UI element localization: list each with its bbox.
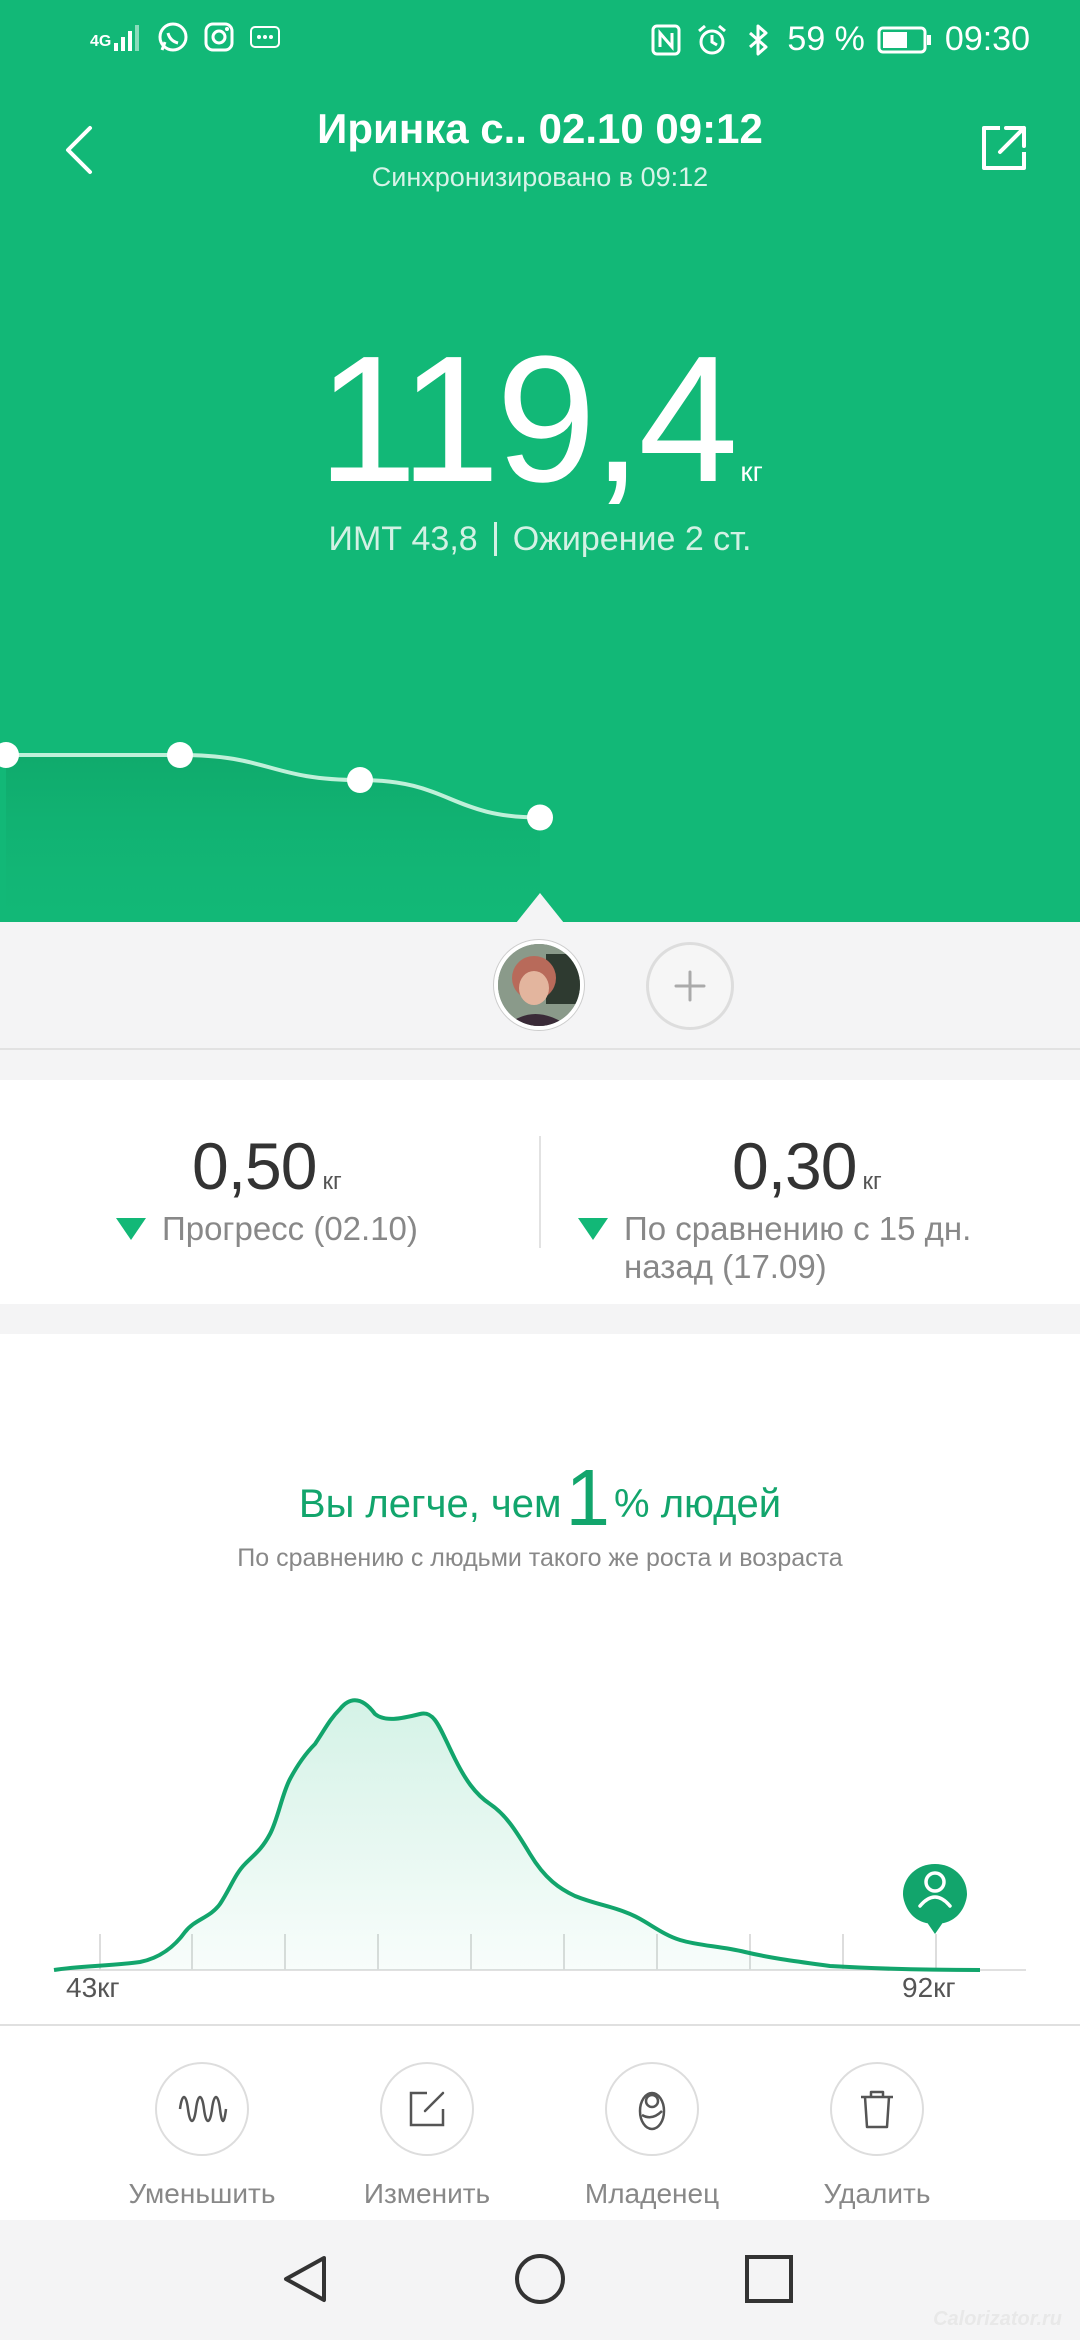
reduce-button[interactable] [155,2062,249,2156]
watermark: Calorizator.ru [933,2308,1062,2330]
progress-label: По сравнению с 15 дн. назад (17.09) [624,1210,972,1285]
nav-home-button[interactable] [505,2244,575,2314]
trend-area [6,755,540,922]
delete-button[interactable] [830,2062,924,2156]
trend-point[interactable] [167,742,193,768]
baby-label: Младенец [584,2178,720,2209]
wave-icon [178,2095,228,2123]
edit-icon [409,2091,445,2127]
progress-value: 0,50 [192,1129,317,1203]
weight-trend-chart [0,742,553,922]
alarm-icon [698,24,727,54]
network-type: 4G [90,33,112,50]
delete-label: Удалить [823,2178,931,2209]
bluetooth-icon [749,24,768,55]
axis-min-label: 43кг [66,1972,120,2003]
reduce-label: Уменьшить [128,2178,276,2209]
weight-value: 119,4 [317,319,738,520]
battery-percent: 59 % [787,20,865,58]
edit-action[interactable]: Изменить [337,2062,517,2210]
nfc-icon [651,24,681,55]
divider [539,1136,541,1248]
user-marker-icon [903,1864,967,1934]
progress-unit: кг [862,1168,882,1195]
signal-icon [114,25,140,51]
avatar-photo [498,944,580,1026]
weight-distribution-chart [53,1698,1026,1972]
delete-action[interactable]: Удалить [787,2062,967,2210]
down-arrow-icon [578,1218,608,1240]
edit-button[interactable] [380,2062,474,2156]
weight-readout: 119,4 кг [0,330,1080,510]
progress-label: Прогресс (02.10) [162,1210,418,1247]
trash-icon [861,2090,893,2129]
sync-status: Синхронизировано в 09:12 [371,162,709,192]
selection-pointer [516,893,564,923]
avatar[interactable] [494,940,584,1030]
network-indicator: 4G [90,23,144,51]
nav-recents-button[interactable] [734,2244,804,2314]
trend-point[interactable] [347,767,373,793]
battery-icon [877,26,931,53]
divider [493,522,497,556]
progress-unit: кг [322,1168,342,1195]
down-arrow-icon [116,1218,146,1240]
baby-action[interactable]: Младенец [562,2062,742,2210]
instagram-icon [204,22,234,52]
action-bar: Уменьшить Изменить Младенец Удалить [0,2024,1080,2220]
trend-point[interactable] [527,804,553,831]
progress-15-days: 0,30 кг По сравнению с 15 дн. назад (17.0… [578,1128,1018,1286]
clock: 09:30 [944,20,1030,58]
weight-unit: кг [740,456,763,487]
plus-icon [674,970,706,1002]
nav-back-button[interactable] [272,2244,342,2314]
baby-icon [638,2091,666,2131]
bmi-line: ИМТ 43,8 Ожирение 2 ст. [0,520,1080,559]
obesity-status: Ожирение 2 ст. [512,520,752,558]
weight-hero: Иринка с.. 02.10 09:12 Синхронизировано … [0,0,1080,922]
edit-label: Изменить [363,2178,491,2209]
status-bar: 4G 59 % 09:30 [0,0,1080,80]
bmi-value: ИМТ 43,8 [328,520,478,558]
axis-max-label: 92кг [902,1972,956,2003]
progress-since-last: 0,50 кг Прогресс (02.10) [116,1128,418,1248]
whatsapp-icon [158,22,188,52]
reduce-action[interactable]: Уменьшить [112,2062,292,2210]
progress-value: 0,30 [732,1129,857,1203]
comparison-card: Вы легче, чем1% людей По сравнению с люд… [0,1334,1080,2024]
page-title: Иринка с.. 02.10 09:12 [317,105,763,152]
system-nav-bar [0,2220,1080,2340]
progress-card: 0,50 кг Прогресс (02.10) 0,30 кг По сравне… [0,1080,1080,1304]
share-button[interactable] [976,120,1032,176]
add-user-button[interactable] [646,942,734,1030]
bubble-icon [250,26,281,48]
baby-button[interactable] [605,2062,699,2156]
